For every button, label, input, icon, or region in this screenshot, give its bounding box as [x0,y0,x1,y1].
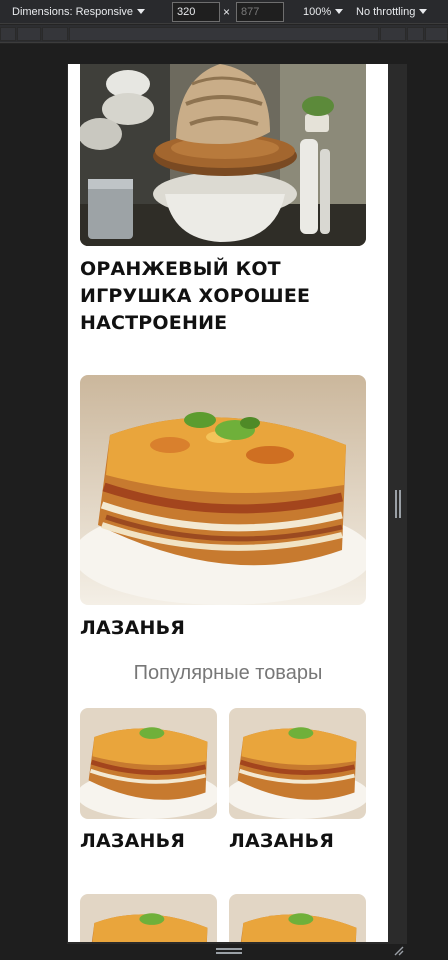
cat-toy-picture [80,64,366,246]
resize-handle-right[interactable] [395,490,401,518]
popular-item-image[interactable] [80,708,217,819]
chevron-down-icon [419,9,428,14]
throttling-dropdown[interactable]: No throttling [356,0,428,24]
throttling-label: No throttling [356,6,416,18]
popular-products-heading: Популярные товары [133,662,323,684]
zoom-label: 100% [303,6,332,18]
lasagna-picture [80,708,217,819]
lasagna-picture [229,894,366,942]
height-input[interactable]: 877 [236,2,284,22]
popular-item-title[interactable]: ЛАЗАНЬЯ [80,828,185,855]
product-image-lasagna[interactable] [80,375,366,605]
popular-item-image[interactable] [80,894,217,942]
dimensions-label: Dimensions: Responsive [12,6,134,18]
lasagna-picture [229,708,366,819]
width-input[interactable]: 320 [172,2,220,22]
popular-item-image[interactable] [229,708,366,819]
media-query-bar[interactable] [0,25,448,43]
title-line: НАСТРОЕНИЕ [80,312,228,334]
chevron-down-icon [335,9,344,14]
resize-corner-icon[interactable] [392,944,404,956]
popular-item-title[interactable]: ЛАЗАНЬЯ [229,828,334,855]
title-line: ИГРУШКА ХОРОШЕЕ [80,285,311,307]
product-image-cat-toy[interactable] [80,64,366,246]
lasagna-picture [80,375,366,605]
page-viewport[interactable]: ОРАНЖЕВЫЙ КОТ ИГРУШКА ХОРОШЕЕ НАСТРОЕНИЕ [68,64,388,942]
product-title-lasagna[interactable]: ЛАЗАНЬЯ [80,615,185,642]
zoom-dropdown[interactable]: 100% [303,0,344,24]
times-separator: × [223,5,231,19]
product-title-cat-toy[interactable]: ОРАНЖЕВЫЙ КОТ ИГРУШКА ХОРОШЕЕ НАСТРОЕНИЕ [80,256,310,337]
dimensions-dropdown[interactable]: Dimensions: Responsive [12,0,146,24]
resize-handle-bottom[interactable] [216,948,242,956]
device-toolbar: Dimensions: Responsive 320 × 877 100% No… [0,0,448,24]
title-line: ОРАНЖЕВЫЙ КОТ [80,258,281,280]
chevron-down-icon [137,9,146,14]
lasagna-picture [80,894,217,942]
popular-item-image[interactable] [229,894,366,942]
